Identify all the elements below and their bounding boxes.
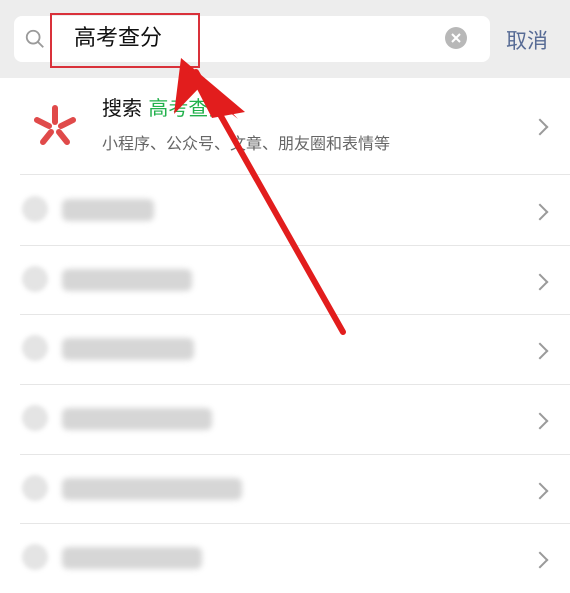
suggestion-prefix: 搜索 xyxy=(102,96,142,120)
suggestion-subtitle: 小程序、公众号、文章、朋友圈和表情等 xyxy=(102,134,391,153)
chevron-right-icon xyxy=(531,551,549,569)
search-brand-icon xyxy=(34,105,76,145)
blurred-text xyxy=(62,269,192,291)
search-icon xyxy=(22,475,48,501)
chevron-right-icon xyxy=(531,342,549,360)
chevron-right-icon xyxy=(531,273,549,291)
suggestion-keyword: 高考查分 xyxy=(148,96,229,120)
blurred-text xyxy=(62,338,194,360)
divider xyxy=(20,174,570,175)
search-suggestion-row[interactable]: 搜索 高考查分 小程序、公众号、文章、朋友圈和表情等 xyxy=(0,78,570,174)
search-icon xyxy=(22,196,48,222)
search-icon xyxy=(22,335,48,361)
search-icon xyxy=(22,405,48,431)
list-item[interactable] xyxy=(0,455,570,524)
suggestion-title: 搜索 高考查分 xyxy=(102,95,228,121)
list-item[interactable] xyxy=(0,315,570,384)
list-item[interactable] xyxy=(0,246,570,315)
cancel-button[interactable]: 取消 xyxy=(506,28,548,54)
search-icon xyxy=(22,544,48,570)
search-icon xyxy=(22,266,48,292)
list-item[interactable] xyxy=(0,524,570,593)
search-icon xyxy=(25,29,44,48)
chevron-right-icon xyxy=(531,412,549,430)
list-item[interactable] xyxy=(0,176,570,245)
blurred-text xyxy=(62,199,154,221)
chevron-right-icon xyxy=(531,482,549,500)
blurred-text xyxy=(62,478,242,500)
chevron-right-icon xyxy=(531,118,549,136)
list-item[interactable] xyxy=(0,385,570,454)
annotation-highlight-box xyxy=(50,13,200,68)
blurred-text xyxy=(62,547,202,569)
clear-input-icon[interactable] xyxy=(445,27,467,49)
chevron-right-icon xyxy=(531,203,549,221)
blurred-text xyxy=(62,408,212,430)
